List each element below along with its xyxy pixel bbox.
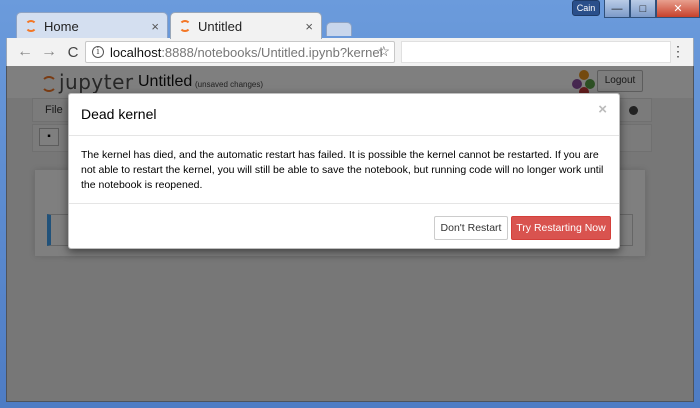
bookmark-star-icon[interactable]: ☆ xyxy=(377,43,390,60)
dead-kernel-dialog: Dead kernel × The kernel has died, and t… xyxy=(68,93,620,249)
browser-toolbar: ← → C i localhost:8888/notebooks/Untitle… xyxy=(6,38,694,66)
dialog-header: Dead kernel × xyxy=(69,94,619,136)
browser-window: Home × Untitled × Cain — □ ✕ ← → C i loc… xyxy=(0,0,700,408)
dialog-close-icon[interactable]: × xyxy=(598,101,607,118)
tab-home-close-icon[interactable]: × xyxy=(151,19,159,34)
jupyter-favicon-icon xyxy=(25,20,37,32)
back-button[interactable]: ← xyxy=(13,43,37,61)
forward-button[interactable]: → xyxy=(37,43,61,61)
try-restarting-button[interactable]: Try Restarting Now xyxy=(511,216,611,240)
tab-strip: Home × Untitled × Cain — □ ✕ xyxy=(0,0,700,39)
tab-home[interactable]: Home × xyxy=(16,12,168,39)
url-path: :8888/notebooks/Untitled.ipynb?kernel_ xyxy=(161,44,382,60)
tab-untitled-label: Untitled xyxy=(198,18,243,34)
minimize-button[interactable]: — xyxy=(604,0,630,18)
window-user-badge[interactable]: Cain xyxy=(572,0,600,16)
tab-home-label: Home xyxy=(44,18,79,34)
dont-restart-button[interactable]: Don't Restart xyxy=(434,216,508,240)
dialog-title: Dead kernel xyxy=(81,106,157,122)
new-tab-button[interactable] xyxy=(326,22,352,36)
url-text[interactable]: localhost:8888/notebooks/Untitled.ipynb?… xyxy=(110,45,382,60)
dialog-footer: Don't Restart Try Restarting Now xyxy=(69,203,619,249)
tab-untitled-close-icon[interactable]: × xyxy=(305,19,313,34)
url-host: localhost xyxy=(110,44,162,60)
info-icon[interactable]: i xyxy=(92,46,104,58)
extension-area[interactable] xyxy=(401,41,671,63)
jupyter-favicon-icon xyxy=(179,20,191,32)
browser-menu-icon[interactable]: ⋮ xyxy=(671,43,685,60)
reload-button[interactable]: C xyxy=(61,44,85,61)
close-window-button[interactable]: ✕ xyxy=(656,0,700,18)
address-bar[interactable]: i localhost:8888/notebooks/Untitled.ipyn… xyxy=(85,41,395,63)
tab-untitled[interactable]: Untitled × xyxy=(170,12,322,39)
dialog-message: The kernel has died, and the automatic r… xyxy=(81,149,604,191)
maximize-button[interactable]: □ xyxy=(630,0,656,18)
